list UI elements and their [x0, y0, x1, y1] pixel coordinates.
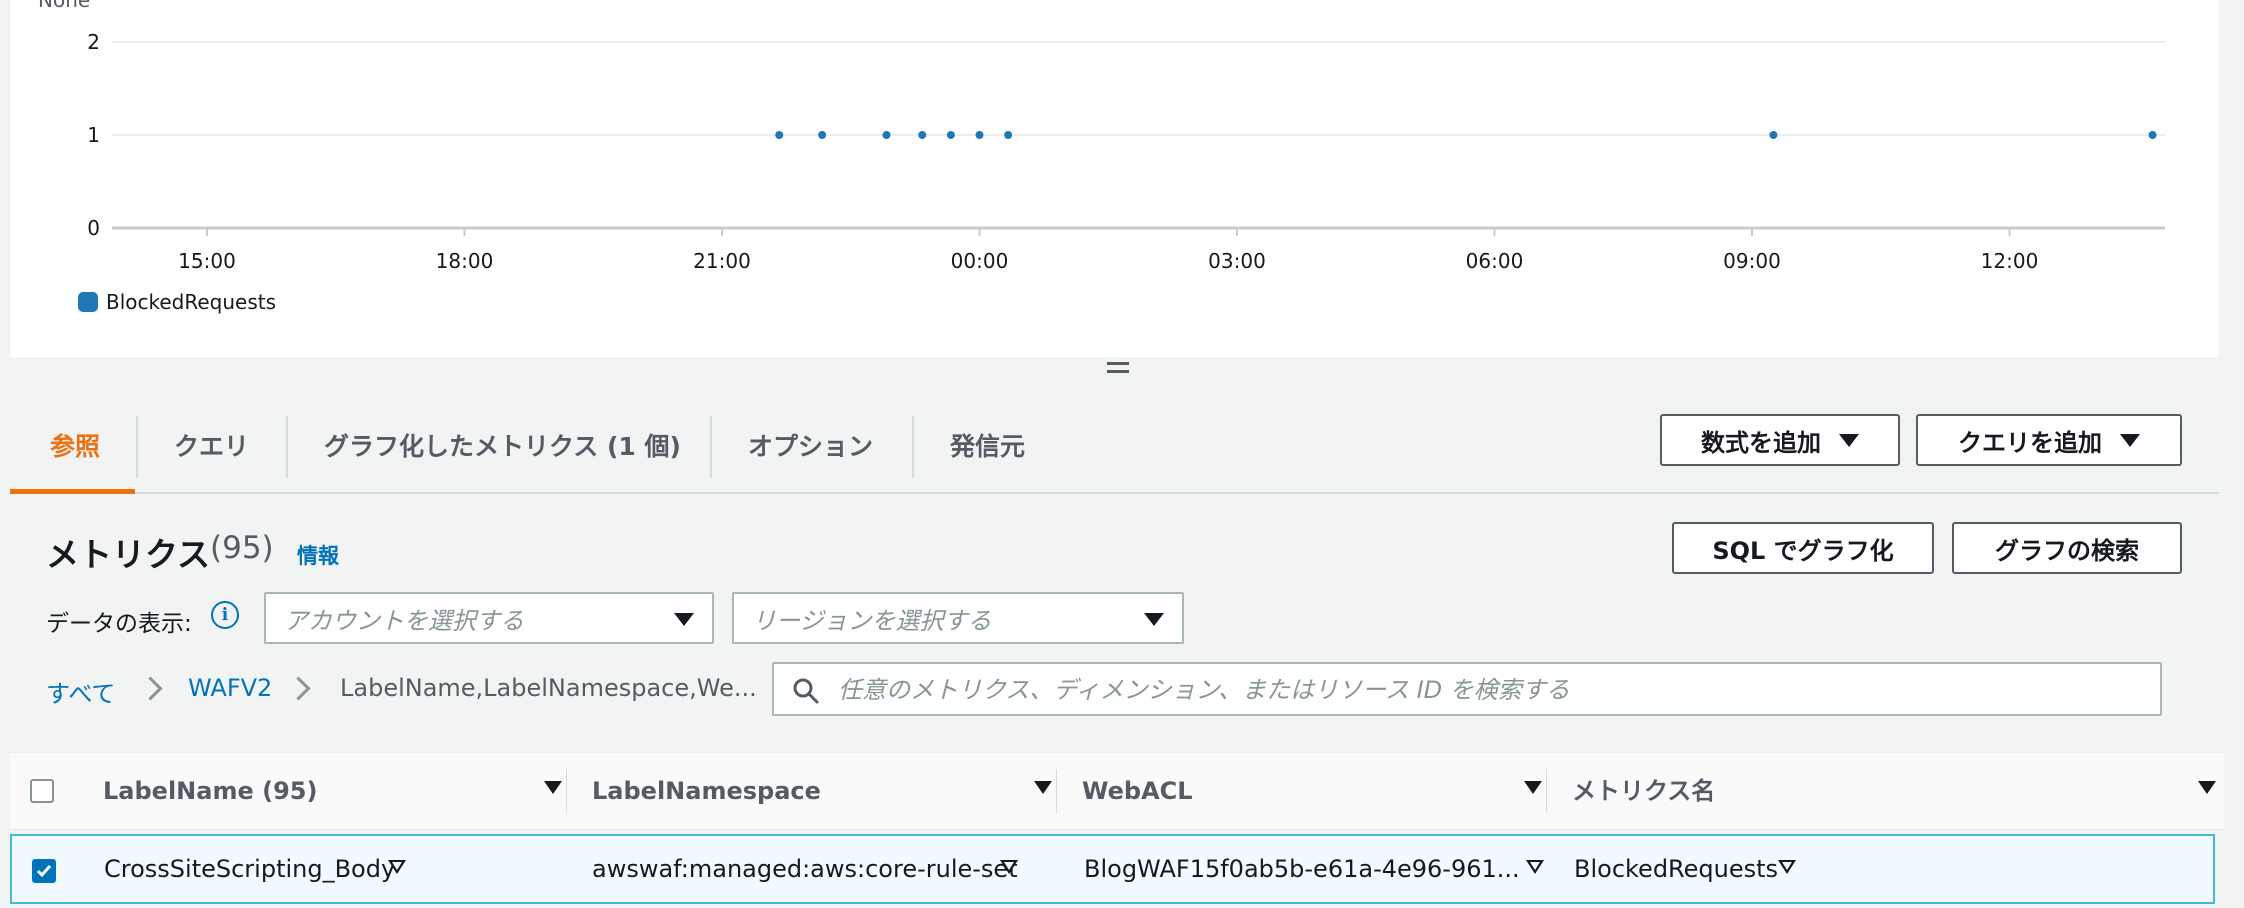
column-divider	[566, 769, 567, 813]
column-header-labelnamespace[interactable]: LabelNamespace	[592, 753, 821, 829]
x-tick-label: 03:00	[1208, 249, 1266, 273]
data-point	[918, 131, 927, 139]
metrics-count: (95)	[210, 530, 274, 566]
legend-label: BlockedRequests	[106, 290, 277, 314]
account-select[interactable]: アカウントを選択する	[264, 592, 714, 644]
data-point	[1004, 131, 1013, 139]
tab-options[interactable]: オプション	[748, 404, 873, 490]
data-point	[1769, 131, 1778, 139]
metrics-title: メトリクス	[46, 535, 211, 574]
caret-down-icon	[674, 613, 694, 626]
column-header-webacl[interactable]: WebACL	[1082, 753, 1193, 829]
caret-down-icon	[2120, 433, 2140, 447]
search-graphs-label: グラフの検索	[1995, 536, 2139, 565]
chart-panel: None 0 1 2 15:00 18:00 21:00 00:00 03:00 06:00 09…	[10, 0, 2219, 357]
data-point	[775, 131, 784, 139]
data-point	[975, 131, 984, 139]
add-query-button[interactable]: クエリを追加	[1916, 414, 2182, 466]
data-point	[2148, 131, 2157, 139]
tab-bar: 参照 クエリ グラフ化したメトリクス (1 個) オプション 発信元 数式を追加…	[10, 404, 2219, 494]
chevron-right-icon	[286, 676, 311, 701]
y-tick-label: 0	[87, 216, 100, 240]
tab-label: グラフ化したメトリクス (1 個)	[324, 432, 681, 461]
info-icon[interactable]: i	[211, 601, 239, 629]
x-tick-label: 21:00	[693, 249, 751, 273]
breadcrumb-current: LabelName,LabelNamespace,We...	[340, 674, 757, 702]
graph-with-sql-button[interactable]: SQL でグラフ化	[1672, 522, 1934, 574]
table-header: LabelName (95) LabelNamespace WebACL メトリ…	[10, 752, 2224, 830]
tab-divider	[286, 416, 288, 478]
data-point	[946, 131, 955, 139]
data-display-label: データの表示:	[46, 611, 192, 637]
x-tick-label: 06:00	[1466, 249, 1524, 273]
data-point	[818, 131, 827, 139]
legend-swatch	[78, 292, 98, 312]
breadcrumb-all[interactable]: すべて	[46, 674, 115, 709]
check-icon	[36, 865, 52, 878]
column-header-metric-name[interactable]: メトリクス名	[1572, 753, 1715, 829]
cell-labelname: CrossSiteScripting_Body	[104, 855, 396, 883]
y-tick-label: 1	[87, 123, 100, 147]
tab-divider	[710, 416, 712, 478]
data-point	[882, 131, 891, 139]
caret-down-icon[interactable]	[1524, 781, 1542, 794]
add-query-label: クエリを追加	[1958, 428, 2102, 457]
chart-legend[interactable]: BlockedRequests	[78, 290, 276, 314]
x-tick-label: 09:00	[1723, 249, 1781, 273]
row-checkbox[interactable]	[32, 859, 56, 883]
tab-browse[interactable]: 参照	[50, 404, 100, 490]
filter-icon[interactable]	[388, 860, 406, 874]
column-divider	[1056, 769, 1057, 813]
tab-divider	[912, 416, 914, 478]
table-row[interactable]: CrossSiteScripting_Body awswaf:managed:a…	[10, 834, 2215, 904]
metric-search-input[interactable]	[836, 664, 2140, 716]
select-all-checkbox[interactable]	[30, 779, 54, 803]
tab-graphed-metrics[interactable]: グラフ化したメトリクス (1 個)	[324, 404, 681, 490]
tab-query[interactable]: クエリ	[174, 404, 249, 490]
tab-label: オプション	[748, 432, 874, 461]
tab-label: クエリ	[174, 432, 250, 461]
cell-metric-name: BlockedRequests	[1574, 855, 1779, 883]
tab-label: 参照	[50, 432, 101, 461]
x-tick-label: 18:00	[436, 249, 494, 273]
y-tick-label: 2	[87, 30, 100, 54]
tab-label: 発信元	[950, 432, 1026, 461]
breadcrumb-wafv2[interactable]: WAFV2	[188, 674, 272, 702]
search-icon	[793, 678, 819, 704]
caret-down-icon[interactable]	[1034, 781, 1052, 794]
panel-resize-handle[interactable]	[1107, 362, 1129, 378]
filter-icon[interactable]	[1778, 860, 1796, 874]
x-tick-label: 12:00	[1981, 249, 2039, 273]
cell-labelnamespace: awswaf:managed:aws:core-rule-set	[592, 855, 1018, 883]
add-math-button[interactable]: 数式を追加	[1660, 414, 1900, 466]
caret-down-icon[interactable]	[2198, 781, 2216, 794]
tab-divider	[136, 416, 138, 478]
caret-down-icon	[1144, 613, 1164, 626]
metric-search-box[interactable]	[772, 662, 2162, 716]
graph-with-sql-label: SQL でグラフ化	[1712, 536, 1894, 565]
info-link[interactable]: 情報	[297, 540, 339, 570]
caret-down-icon	[1839, 433, 1859, 447]
region-select-placeholder: リージョンを選択する	[752, 606, 992, 635]
search-graphs-button[interactable]: グラフの検索	[1952, 522, 2182, 574]
filter-icon[interactable]	[1000, 860, 1018, 874]
account-select-placeholder: アカウントを選択する	[284, 606, 524, 635]
cell-webacl: BlogWAF15f0ab5b-e61a-4e96-961...	[1084, 855, 1520, 883]
add-math-label: 数式を追加	[1701, 428, 1821, 457]
chart-plot: 0 1 2 15:00 18:00 21:00 00:00 03:00 06:00 09:00 12…	[87, 30, 2165, 273]
x-tick-label: 15:00	[178, 249, 236, 273]
column-header-labelname[interactable]: LabelName (95)	[103, 753, 317, 829]
tab-source[interactable]: 発信元	[950, 404, 1025, 490]
chevron-right-icon	[138, 676, 163, 701]
column-divider	[1546, 769, 1547, 813]
caret-down-icon[interactable]	[544, 781, 562, 794]
x-tick-label: 00:00	[951, 249, 1009, 273]
active-tab-indicator	[10, 489, 135, 494]
region-select[interactable]: リージョンを選択する	[732, 592, 1184, 644]
filter-icon[interactable]	[1526, 860, 1544, 874]
